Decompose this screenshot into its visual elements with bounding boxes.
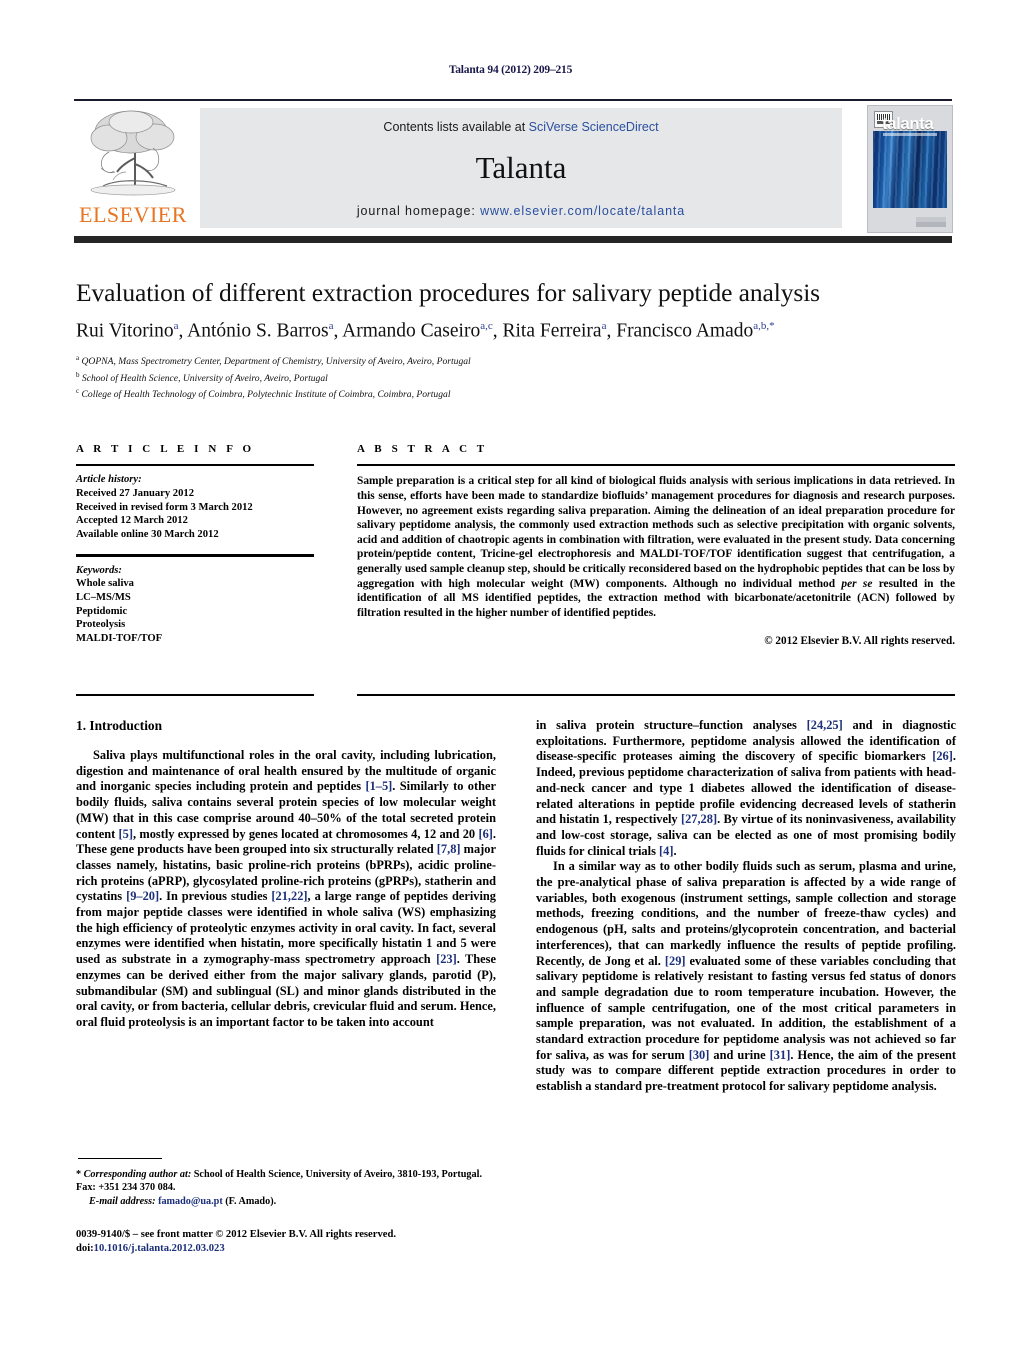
journal-banner: Contents lists available at SciVerse Sci…: [200, 108, 842, 228]
abstract-heading: A B S T R A C T: [357, 443, 488, 455]
doi-prefix: doi:: [76, 1243, 94, 1254]
keyword-item: Peptidomic: [76, 605, 128, 617]
issn-copyright-block: 0039-9140/$ – see front matter © 2012 El…: [76, 1228, 506, 1256]
author-list: Rui Vitorinoa, António S. Barrosa, Arman…: [76, 320, 775, 342]
footnote-block: * Corresponding author at: School of Hea…: [76, 1168, 496, 1208]
history-item: Received 27 January 2012: [76, 487, 194, 499]
paragraph-left-1: Saliva plays multifunctional roles in th…: [76, 748, 497, 1029]
running-head: Talanta 94 (2012) 209–215: [448, 64, 573, 76]
cover-footer-mark: [916, 217, 946, 227]
sciencedirect-link[interactable]: SciVerse ScienceDirect: [529, 120, 659, 134]
affiliation-item: c College of Health Technology of Coimbr…: [76, 387, 451, 401]
abstract-bottom-rule: [357, 694, 955, 696]
history-item: Received in revised form 3 March 2012: [76, 501, 253, 513]
section-heading-introduction: 1. Introduction: [76, 718, 163, 733]
article-info-rule: [76, 464, 314, 467]
keyword-item: MALDI-TOF/TOF: [76, 632, 163, 644]
history-item: Available online 30 March 2012: [76, 528, 219, 540]
article-history-label: Article history:: [76, 474, 142, 486]
issn-line: 0039-9140/$ – see front matter © 2012 El…: [76, 1229, 396, 1240]
keyword-item: Whole saliva: [76, 578, 134, 590]
elsevier-tree-icon: [83, 106, 183, 202]
page-title: Evaluation of different extraction proce…: [76, 278, 821, 307]
masthead-top-rule: [74, 99, 952, 101]
cover-artwork: [873, 131, 947, 208]
keyword-item: Proteolysis: [76, 619, 126, 631]
journal-cover-thumbnail[interactable]: talanta: [867, 105, 953, 233]
paper-page: Talanta 94 (2012) 209–215 ELSEVIER Conte…: [0, 0, 1021, 1351]
elsevier-tree-svg: [90, 110, 176, 196]
footnote-rule: [78, 1158, 162, 1160]
journal-masthead: ELSEVIER Contents lists available at Sci…: [74, 104, 953, 233]
affiliation-item: b School of Health Science, University o…: [76, 370, 328, 384]
keywords-block: Keywords: Whole saliva LC–MS/MS Peptidom…: [76, 564, 314, 646]
paragraph-right-2: In a similar way as to other bodily flui…: [536, 859, 957, 1094]
cover-title-text: talanta: [882, 114, 934, 133]
abstract-column: A B S T R A C T Sample preparation is a …: [357, 443, 955, 647]
email-suffix: (F. Amado).: [225, 1195, 277, 1207]
abstract-text: Sample preparation is a critical step fo…: [357, 475, 956, 619]
homepage-prefix: journal homepage:: [356, 204, 481, 218]
abstract-rule: [357, 464, 955, 467]
masthead-bottom-rule: [74, 236, 952, 243]
cover-subtitle-bar: [883, 133, 937, 136]
paragraph-right-1: in saliva protein structure–function ana…: [536, 718, 957, 858]
elsevier-wordmark: ELSEVIER: [79, 202, 187, 227]
email-label: E-mail address:: [89, 1195, 156, 1207]
affiliation-item: a QOPNA, Mass Spectrometry Center, Depar…: [76, 354, 471, 368]
history-item: Accepted 12 March 2012: [76, 515, 188, 527]
homepage-link[interactable]: www.elsevier.com/locate/talanta: [480, 204, 685, 218]
body-column-left: 1. Introduction Saliva plays multifuncti…: [76, 718, 496, 1031]
doi-value[interactable]: 10.1016/j.talanta.2012.03.023: [94, 1243, 225, 1254]
email-link[interactable]: famado@ua.pt: [158, 1196, 223, 1207]
abstract-copyright: © 2012 Elsevier B.V. All rights reserved…: [764, 635, 955, 648]
elsevier-logo: ELSEVIER: [77, 106, 189, 232]
article-info-bottom-rule: [76, 694, 314, 696]
corresponding-author-note: * Corresponding author at: School of Hea…: [76, 1169, 482, 1194]
affiliation-list: a QOPNA, Mass Spectrometry Center, Depar…: [76, 352, 956, 402]
keyword-item: LC–MS/MS: [76, 591, 131, 603]
email-note: E-mail address: famado@ua.pt (F. Amado).: [76, 1195, 496, 1208]
contents-line: Contents lists available at SciVerse Sci…: [200, 120, 842, 134]
body-column-right: in saliva protein structure–function ana…: [536, 718, 956, 1095]
journal-title: Talanta: [475, 150, 567, 185]
contents-prefix: Contents lists available at: [383, 120, 529, 134]
keywords-rule: [76, 554, 314, 557]
journal-homepage-line: journal homepage: www.elsevier.com/locat…: [200, 204, 842, 218]
article-info-column: A R T I C L E I N F O Article history: R…: [76, 443, 314, 645]
article-history-block: Article history: Received 27 January 201…: [76, 473, 314, 541]
article-info-heading: A R T I C L E I N F O: [76, 443, 255, 455]
doi-line: doi:10.1016/j.talanta.2012.03.023: [76, 1242, 506, 1256]
keywords-label: Keywords:: [76, 564, 122, 576]
